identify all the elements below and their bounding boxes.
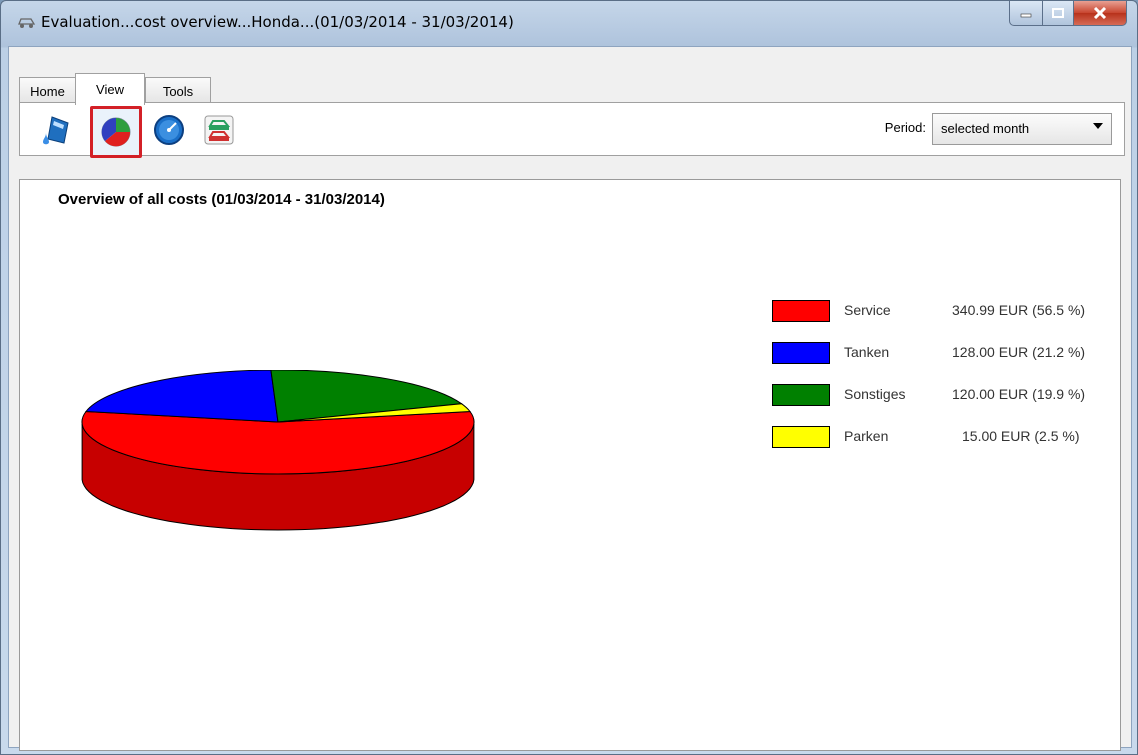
maximize-icon [1052, 8, 1064, 18]
fuel-button[interactable] [38, 111, 76, 149]
legend-swatch [772, 426, 830, 448]
tab-home-label: Home [30, 83, 65, 99]
pie-chart-button[interactable] [90, 106, 142, 158]
window-controls [1009, 1, 1127, 27]
tab-tools[interactable]: Tools [145, 77, 211, 104]
minimize-button[interactable] [1009, 1, 1043, 26]
pie-chart-icon [101, 117, 131, 147]
period-value: selected month [941, 121, 1030, 136]
tab-tools-label: Tools [162, 83, 194, 99]
period-dropdown[interactable]: selected month [932, 113, 1112, 145]
close-button[interactable] [1074, 1, 1127, 26]
speedometer-icon [154, 115, 184, 145]
cars-button[interactable] [200, 111, 238, 149]
minimize-icon [1020, 13, 1032, 18]
cars-icon [204, 115, 234, 145]
legend-value: 15.00 EUR (2.5 %) [962, 428, 1080, 444]
legend-label: Parken [844, 428, 889, 444]
client-area: Home View Tools Period: selected month O… [8, 46, 1132, 751]
tab-view-label: View [96, 82, 124, 97]
legend-label: Tanken [844, 344, 890, 360]
legend-swatch [772, 384, 830, 406]
maximize-button[interactable] [1043, 1, 1074, 26]
legend-value: 120.00 EUR (19.9 %) [952, 386, 1086, 402]
period-label: Period: [884, 120, 926, 135]
title-bar[interactable]: Evaluation...cost overview...Honda...(01… [1, 1, 1137, 45]
legend-label: Sonstiges [844, 386, 906, 402]
toolbar-panel: Period: selected month [19, 102, 1125, 158]
legend-value: 128.00 EUR (21.2 %) [952, 344, 1086, 360]
legend-value: 340.99 EUR (56.5 %) [952, 302, 1086, 318]
fuel-icon [43, 116, 69, 145]
tab-home[interactable]: Home [19, 77, 76, 104]
pie-chart [81, 370, 475, 531]
chevron-down-icon [1093, 123, 1103, 129]
speedometer-button[interactable] [150, 111, 188, 149]
chart-title: Overview of all costs (01/03/2014 - 31/0… [58, 191, 385, 208]
close-icon [1093, 7, 1107, 19]
legend-label: Service [844, 302, 891, 318]
window-title: Evaluation...cost overview...Honda...(01… [41, 13, 514, 31]
legend-swatch [772, 342, 830, 364]
chart-panel: Overview of all costs (01/03/2014 - 31/0… [19, 179, 1121, 751]
app-car-icon [17, 15, 37, 33]
app-window: Evaluation...cost overview...Honda...(01… [0, 0, 1138, 755]
legend-swatch [772, 300, 830, 322]
tab-view[interactable]: View [75, 73, 145, 105]
